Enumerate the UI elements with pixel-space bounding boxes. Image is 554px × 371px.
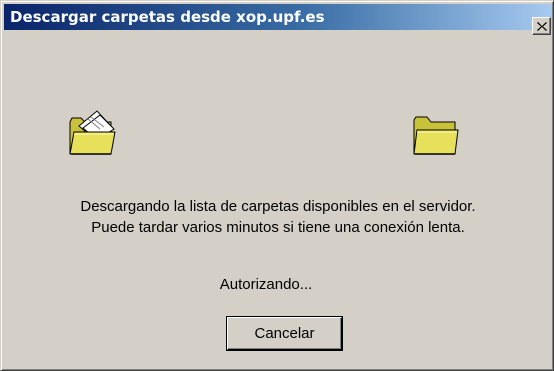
- folder-icon: [411, 112, 461, 163]
- close-icon: [536, 21, 547, 31]
- close-button[interactable]: [532, 17, 551, 35]
- window-title: Descargar carpetas desde xop.upf.es: [10, 8, 325, 26]
- cancel-button[interactable]: Cancelar: [227, 317, 342, 350]
- folder-with-paper-icon: [67, 108, 119, 163]
- download-folders-dialog: Descargar carpetas desde xop.upf.es Desc…: [0, 0, 554, 371]
- message-line-2: Puede tardar varios minutos si tiene una…: [91, 219, 465, 236]
- progress-message: Descargando la lista de carpetas disponi…: [1, 196, 554, 238]
- message-line-1: Descargando la lista de carpetas disponi…: [80, 198, 476, 215]
- status-text: Autorizando...: [219, 276, 313, 293]
- title-bar[interactable]: Descargar carpetas desde xop.upf.es: [4, 4, 552, 30]
